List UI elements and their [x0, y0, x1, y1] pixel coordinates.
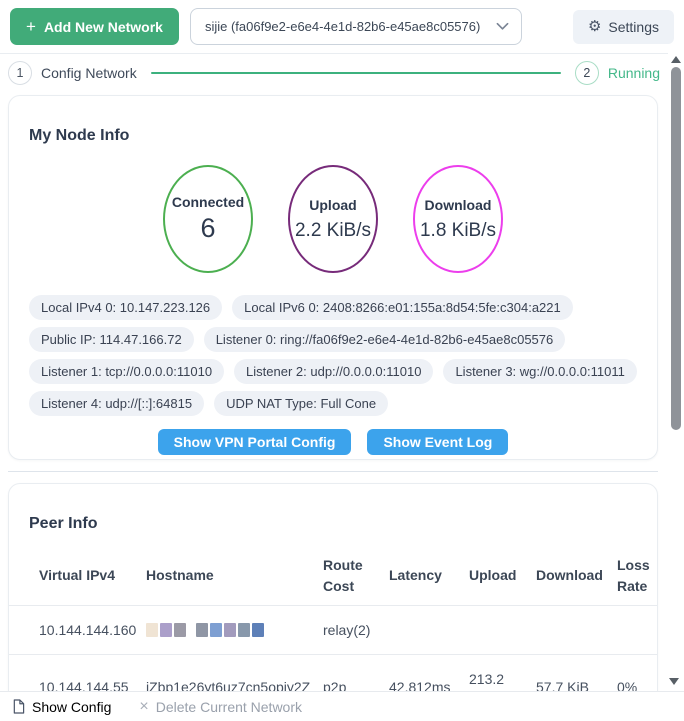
step1-number: 1	[8, 61, 32, 85]
tag-public-ip: Public IP: 114.47.166.72	[29, 327, 194, 352]
connected-gauge: Connected 6	[163, 165, 253, 273]
peer-table-row: 10.144.144.160 relay(2)	[9, 605, 657, 654]
scroll-down-arrow-icon[interactable]	[669, 678, 679, 685]
download-gauge-value: 1.8 KiB/s	[420, 220, 496, 242]
tag-local-ipv4: Local IPv4 0: 10.147.223.126	[29, 295, 222, 320]
connected-gauge-label: Connected	[172, 194, 244, 210]
add-new-network-button[interactable]: + Add New Network	[10, 8, 179, 45]
stepper: 1 Config Network 2 Running	[0, 54, 668, 92]
redacted-hostname	[146, 623, 315, 637]
col-route-cost: Route Cost	[323, 547, 389, 606]
gear-icon: ⚙	[588, 19, 601, 34]
tag-listener-3: Listener 3: wg://0.0.0.0:11011	[443, 359, 636, 384]
settings-button[interactable]: ⚙ Settings	[573, 10, 674, 44]
stepper-connector-line	[151, 72, 561, 74]
node-gauges: Connected 6 Upload 2.2 KiB/s Download 1.…	[29, 165, 637, 273]
col-loss-rate: Loss Rate	[617, 547, 657, 606]
show-vpn-portal-config-button[interactable]: Show VPN Portal Config	[158, 429, 352, 455]
vertical-scrollbar[interactable]	[668, 53, 684, 691]
node-card-title: My Node Info	[29, 127, 637, 145]
tag-listener-0: Listener 0: ring://fa06f9e2-e6e4-4e1d-82…	[204, 327, 566, 352]
peer1-loss-rate	[617, 605, 657, 654]
peer2-virtual-ipv4: 10.144.144.55	[9, 654, 146, 691]
step-config-network[interactable]: 1 Config Network	[8, 61, 137, 85]
peer1-latency	[389, 605, 469, 654]
tag-local-ipv6: Local IPv6 0: 2408:8266:e01:155a:8d54:5f…	[232, 295, 573, 320]
peer2-loss-rate: 0%	[617, 654, 657, 691]
peer2-route-cost: p2p	[323, 654, 389, 691]
tag-listener-1: Listener 1: tcp://0.0.0.0:11010	[29, 359, 224, 384]
col-download: Download	[536, 547, 617, 606]
download-gauge-label: Download	[425, 197, 492, 213]
peer1-route-cost: relay(2)	[323, 605, 389, 654]
col-latency: Latency	[389, 547, 469, 606]
peer1-virtual-ipv4: 10.144.144.160	[9, 605, 146, 654]
peer2-latency: 42.812ms	[389, 654, 469, 691]
delete-current-network-label: Delete Current Network	[156, 699, 302, 715]
network-select-value: sijie (fa06f9e2-e6e4-4e1d-82b6-e45ae8c05…	[205, 19, 496, 34]
connected-gauge-value: 6	[200, 213, 215, 244]
col-upload: Upload	[469, 547, 536, 606]
peer1-hostname	[146, 605, 323, 654]
peer-table: Virtual IPv4 Hostname Route Cost Latency…	[9, 547, 657, 691]
step2-label: Running	[608, 65, 660, 81]
file-icon	[12, 699, 25, 714]
show-config-button[interactable]: Show Config	[12, 699, 111, 715]
show-config-label: Show Config	[32, 699, 111, 715]
step-running[interactable]: 2 Running	[575, 61, 660, 85]
node-info-tags: Local IPv4 0: 10.147.223.126 Local IPv6 …	[29, 295, 637, 416]
tag-listener-2: Listener 2: udp://0.0.0.0:11010	[234, 359, 433, 384]
tag-udp-nat-type: UDP NAT Type: Full Cone	[214, 391, 388, 416]
upload-gauge: Upload 2.2 KiB/s	[288, 165, 378, 273]
show-event-log-button[interactable]: Show Event Log	[367, 429, 508, 455]
peer-table-header-row: Virtual IPv4 Hostname Route Cost Latency…	[9, 547, 657, 606]
top-toolbar: + Add New Network sijie (fa06f9e2-e6e4-4…	[0, 0, 684, 54]
x-icon: ×	[139, 699, 148, 715]
network-select[interactable]: sijie (fa06f9e2-e6e4-4e1d-82b6-e45ae8c05…	[190, 8, 522, 45]
peer1-upload	[469, 605, 536, 654]
upload-gauge-label: Upload	[309, 197, 356, 213]
easytier-app: + Add New Network sijie (fa06f9e2-e6e4-4…	[0, 0, 684, 721]
peer-card-title: Peer Info	[29, 515, 657, 533]
tag-listener-4: Listener 4: udp://[::]:64815	[29, 391, 204, 416]
col-virtual-ipv4: Virtual IPv4	[9, 547, 146, 606]
peer2-upload: 213.2	[469, 654, 536, 691]
peer-info-card: Peer Info Virtual IPv4 Hostname Route Co…	[8, 483, 658, 691]
plus-icon: +	[26, 18, 36, 35]
bottom-action-bar: Show Config × Delete Current Network	[0, 691, 684, 721]
peer1-download	[536, 605, 617, 654]
step1-label: Config Network	[41, 65, 137, 81]
peer2-download: 57.7 KiB	[536, 654, 617, 691]
main-content: My Node Info Connected 6 Upload 2.2 KiB/…	[0, 92, 684, 691]
col-hostname: Hostname	[146, 547, 323, 606]
card-divider	[8, 471, 658, 472]
scroll-up-arrow-icon[interactable]	[671, 56, 681, 63]
peer-table-row: 10.144.144.55 iZbp1e26yt6uz7cn5opiy2Z p2…	[9, 654, 657, 691]
chevron-down-icon	[496, 22, 509, 31]
node-actions: Show VPN Portal Config Show Event Log	[29, 429, 637, 455]
delete-current-network-button[interactable]: × Delete Current Network	[139, 699, 302, 715]
peer2-hostname: iZbp1e26yt6uz7cn5opiy2Z	[146, 654, 323, 691]
step2-number: 2	[575, 61, 599, 85]
settings-label: Settings	[608, 19, 659, 35]
upload-gauge-value: 2.2 KiB/s	[295, 220, 371, 242]
download-gauge: Download 1.8 KiB/s	[413, 165, 503, 273]
my-node-info-card: My Node Info Connected 6 Upload 2.2 KiB/…	[8, 95, 658, 460]
scrollbar-thumb[interactable]	[671, 67, 681, 430]
add-new-network-label: Add New Network	[44, 19, 163, 35]
